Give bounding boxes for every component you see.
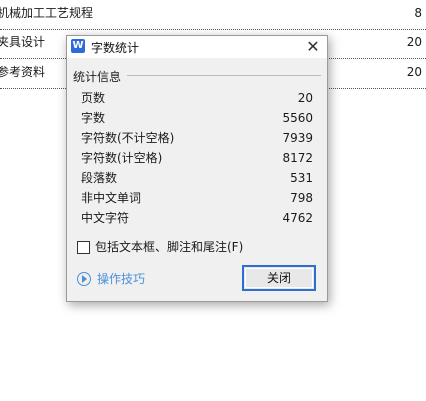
toc-page-number: 20	[404, 34, 422, 50]
toc-page-number: 20	[404, 64, 422, 80]
stat-label: 字符数(不计空格)	[81, 131, 175, 145]
statistics-group-label: 统计信息	[73, 68, 126, 85]
stat-row-paragraphs: 段落数 531	[81, 169, 313, 187]
stat-row-non-chinese-words: 非中文单词 798	[81, 189, 313, 207]
stat-label: 段落数	[81, 171, 118, 185]
close-icon[interactable]: ✕	[305, 39, 321, 55]
stat-label: 非中文单词	[81, 191, 142, 205]
include-textbox-footnotes-label[interactable]: 包括文本框、脚注和尾注(F)	[95, 238, 243, 256]
stat-row-chars-no-spaces: 字符数(不计空格) 7939	[81, 129, 313, 147]
stat-value: 7939	[282, 131, 313, 145]
wps-writer-icon: W	[71, 39, 85, 53]
stat-label: 字数	[81, 111, 106, 125]
stat-value: 20	[297, 91, 313, 105]
dialog-title: 字数统计	[91, 41, 140, 55]
stat-value: 798	[290, 191, 313, 205]
toc-title: 夹具设计	[0, 34, 48, 50]
stat-value: 8172	[282, 151, 313, 165]
close-button[interactable]: 关闭	[242, 265, 316, 291]
dialog-titlebar[interactable]: W 字数统计 ✕	[67, 36, 327, 58]
stat-row-words: 字数 5560	[81, 109, 313, 127]
operation-tips-label: 操作技巧	[97, 272, 146, 286]
toc-page-number: 8	[412, 5, 422, 21]
stat-row-chinese-chars: 中文字符 4762	[81, 209, 313, 227]
word-count-dialog: W 字数统计 ✕ 统计信息 页数 20 字数 5560 字符数(不计空格) 79…	[66, 35, 328, 302]
group-divider	[127, 75, 321, 76]
include-textbox-footnotes-checkbox[interactable]	[77, 241, 90, 254]
stat-value: 5560	[282, 111, 313, 125]
stat-value: 4762	[282, 211, 313, 225]
stat-label: 页数	[81, 91, 106, 105]
stat-value: 531	[290, 171, 313, 185]
stat-label: 中文字符	[81, 211, 130, 225]
stat-row-chars-with-spaces: 字符数(计空格) 8172	[81, 149, 313, 167]
toc-title: 参考资料	[0, 64, 48, 80]
toc-line: 机械加工工艺规程 8	[0, 5, 426, 30]
toc-title: 机械加工工艺规程	[0, 5, 96, 21]
play-circle-icon	[77, 272, 91, 286]
stat-label: 字符数(计空格)	[81, 151, 163, 165]
close-button-label: 关闭	[266, 271, 291, 285]
stat-row-pages: 页数 20	[81, 89, 313, 107]
